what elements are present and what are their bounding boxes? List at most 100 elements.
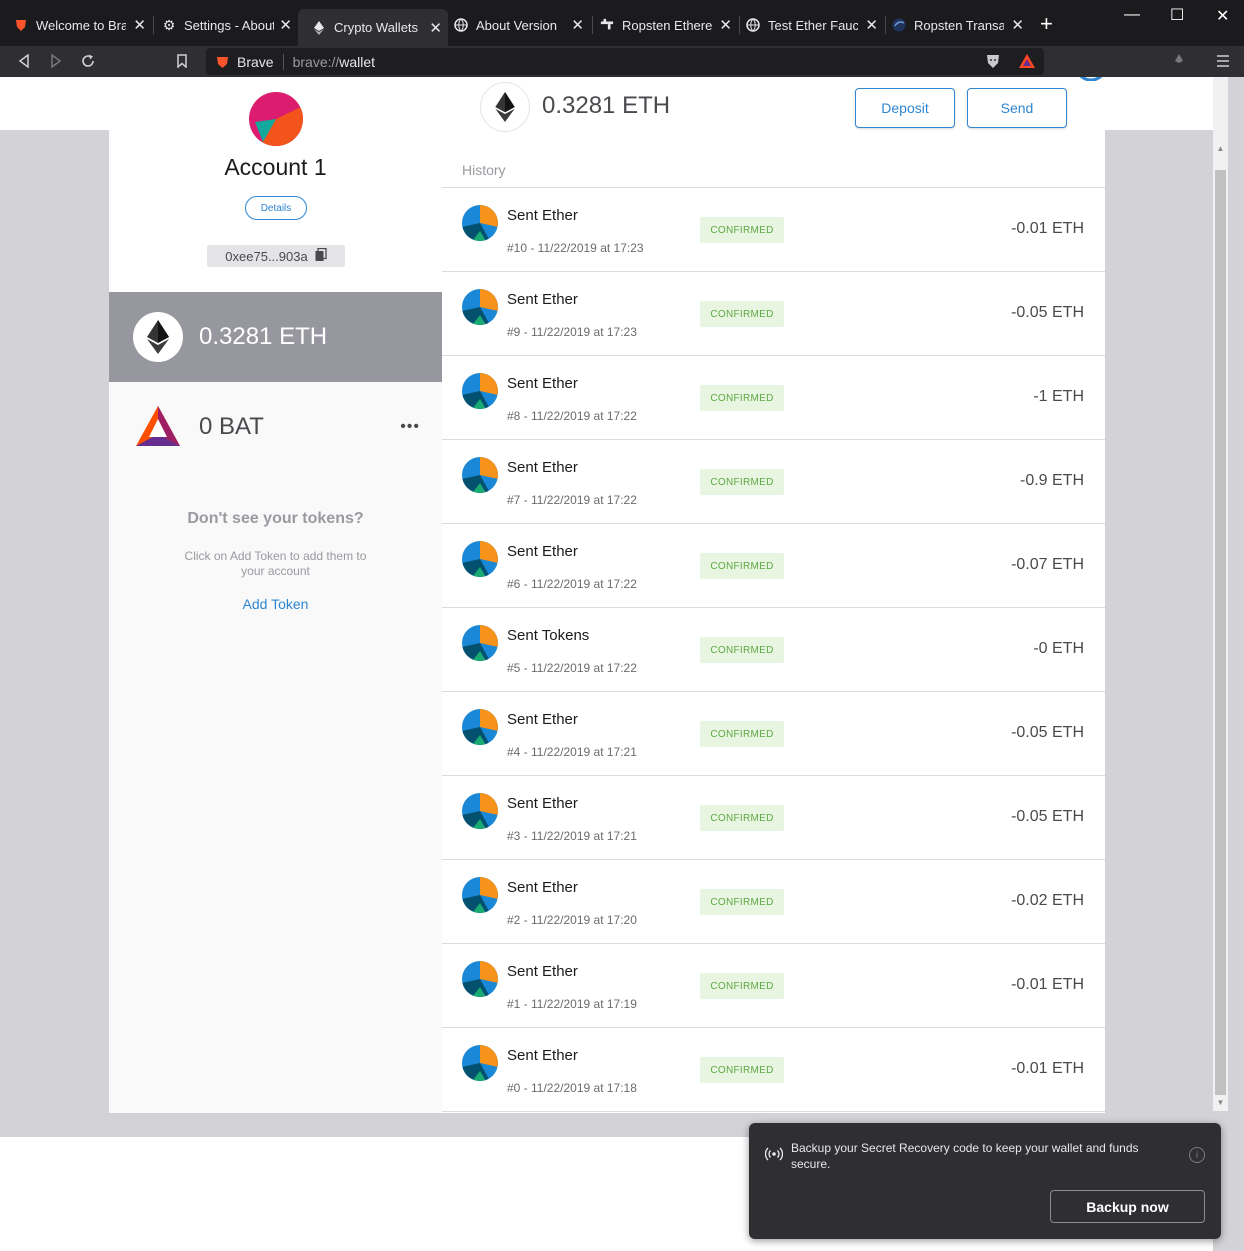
transaction-title: Sent Ether — [507, 375, 578, 392]
info-icon[interactable]: i — [1189, 1147, 1205, 1163]
token-row-bat[interactable]: 0 BAT ••• — [109, 382, 442, 472]
transaction-row[interactable]: Sent Ether #7 - 11/22/2019 at 17:22 CONFIR… — [442, 440, 1105, 524]
backup-now-button[interactable]: Backup now — [1050, 1190, 1205, 1223]
status-badge: CONFIRMED — [700, 973, 784, 999]
scrollbar-thumb[interactable] — [1215, 170, 1226, 1095]
back-icon[interactable] — [13, 50, 35, 72]
globe-icon — [454, 18, 468, 32]
brave-shields-button[interactable] — [982, 50, 1004, 72]
tab-label: Test Ether Faucet — [768, 17, 858, 33]
account-name: Account 1 — [224, 154, 327, 180]
transaction-amount: -0.01 ETH — [1011, 1060, 1084, 1077]
ethereum-icon — [312, 20, 326, 35]
transaction-amount: -0.07 ETH — [1011, 556, 1084, 573]
tab-about-version[interactable]: About Version ✕ — [440, 11, 590, 39]
token-balance: 0.3281 ETH — [199, 323, 328, 350]
tab-test-ether-faucet[interactable]: Test Ether Faucet ✕ — [732, 11, 884, 39]
tab-crypto-wallets[interactable]: Crypto Wallets ✕ — [298, 9, 448, 46]
status-badge: CONFIRMED — [700, 217, 784, 243]
status-badge: CONFIRMED — [700, 469, 784, 495]
new-tab-button[interactable]: + — [1040, 11, 1053, 37]
scroll-down-icon[interactable]: ▼ — [1213, 1098, 1228, 1107]
maximize-icon[interactable]: ☐ — [1170, 5, 1184, 25]
tab-label: Ropsten Transactions — [914, 17, 1004, 33]
omnibox-divider — [282, 53, 284, 70]
close-icon[interactable]: ✕ — [1011, 16, 1024, 34]
deposit-button[interactable]: Deposit — [855, 88, 955, 128]
transaction-amount: -0.05 ETH — [1011, 304, 1084, 321]
transaction-row[interactable]: Sent Tokens #5 - 11/22/2019 at 17:22 CONFI… — [442, 608, 1105, 692]
brave-shield-icon — [216, 55, 229, 69]
close-icon[interactable]: ✕ — [133, 16, 146, 34]
transaction-title: Sent Ether — [507, 459, 578, 476]
avatar — [249, 92, 303, 146]
status-badge: CONFIRMED — [700, 637, 784, 663]
tab-label: Welcome to Brave — [36, 17, 126, 33]
scroll-up-icon[interactable]: ▲ — [1213, 144, 1228, 153]
tab-ropsten-ethereum[interactable]: Ropsten Ethereum ✕ — [586, 11, 738, 39]
transaction-row[interactable]: Sent Ether #10 - 11/22/2019 at 17:23 CONFI… — [442, 188, 1105, 272]
transaction-row[interactable]: Sent Ether #8 - 11/22/2019 at 17:22 CONFIR… — [442, 356, 1105, 440]
transaction-title: Sent Ether — [507, 291, 578, 308]
reload-icon[interactable] — [77, 50, 99, 72]
copy-icon[interactable] — [315, 247, 327, 265]
globe-icon — [746, 18, 760, 32]
sender-avatar-icon — [462, 793, 498, 829]
add-token-link[interactable]: Add Token — [109, 596, 442, 612]
gear-icon: ⚙ — [162, 16, 176, 33]
details-button[interactable]: Details — [245, 196, 307, 220]
sender-avatar-icon — [462, 541, 498, 577]
transaction-meta: #4 - 11/22/2019 at 17:21 — [507, 745, 637, 759]
url-scheme: brave:// — [292, 53, 340, 70]
transaction-title: Sent Tokens — [507, 627, 590, 644]
menu-icon[interactable] — [1212, 50, 1234, 72]
transaction-title: Sent Ether — [507, 963, 578, 980]
minimize-icon[interactable]: — — [1124, 6, 1140, 24]
transaction-meta: #9 - 11/22/2019 at 17:23 — [507, 325, 637, 339]
transaction-row[interactable]: Sent Ether #6 - 11/22/2019 at 17:22 CONFIR… — [442, 524, 1105, 608]
broadcast-icon — [764, 1147, 784, 1164]
more-options-icon[interactable]: ••• — [400, 418, 420, 436]
sender-avatar-icon — [462, 961, 498, 997]
sender-avatar-icon — [462, 205, 498, 241]
bookmark-icon[interactable] — [171, 50, 193, 72]
transaction-row[interactable]: Sent Ether #0 - 11/22/2019 at 17:18 CONFIR… — [442, 1028, 1105, 1112]
etherscan-icon — [892, 18, 906, 32]
forward-icon[interactable] — [45, 50, 67, 72]
transaction-row[interactable]: Sent Ether #3 - 11/22/2019 at 17:21 CONFIR… — [442, 776, 1105, 860]
transaction-meta: #2 - 11/22/2019 at 17:20 — [507, 913, 637, 927]
transaction-row[interactable]: Sent Ether #1 - 11/22/2019 at 17:19 CONFIR… — [442, 944, 1105, 1028]
status-badge: CONFIRMED — [700, 1057, 784, 1083]
ethereum-icon — [480, 82, 530, 132]
transaction-title: Sent Ether — [507, 879, 578, 896]
window-close-icon[interactable]: ✕ — [1216, 6, 1229, 26]
tab-label: About Version — [476, 17, 557, 33]
network-indicator-icon[interactable] — [1074, 77, 1108, 81]
sender-avatar-icon — [462, 373, 498, 409]
tab-ropsten-transactions[interactable]: Ropsten Transactions ✕ — [878, 11, 1030, 39]
transaction-amount: -0.01 ETH — [1011, 220, 1084, 237]
transaction-row[interactable]: Sent Ether #4 - 11/22/2019 at 17:21 CONFIR… — [442, 692, 1105, 776]
status-badge: CONFIRMED — [700, 553, 784, 579]
transaction-title: Sent Ether — [507, 795, 578, 812]
transaction-row[interactable]: Sent Ether #2 - 11/22/2019 at 17:20 CONFIR… — [442, 860, 1105, 944]
status-badge: CONFIRMED — [700, 301, 784, 327]
faucet-icon — [600, 18, 614, 32]
address-bar[interactable]: Brave brave:// wallet — [206, 48, 1044, 75]
crypto-wallet-icon[interactable] — [1168, 50, 1190, 72]
close-icon[interactable]: ✕ — [865, 16, 878, 34]
close-icon[interactable]: ✕ — [279, 16, 292, 34]
close-icon[interactable]: ✕ — [571, 16, 584, 34]
brave-rewards-button[interactable] — [1016, 50, 1038, 72]
account-address[interactable]: 0xee75...903a — [207, 245, 345, 267]
tab-settings[interactable]: ⚙ Settings - About ✕ — [148, 11, 298, 39]
bat-icon — [133, 402, 183, 452]
close-icon[interactable]: ✕ — [719, 16, 732, 34]
transaction-amount: -1 ETH — [1033, 388, 1084, 405]
sender-avatar-icon — [462, 625, 498, 661]
tab-welcome[interactable]: Welcome to Brave ✕ — [0, 11, 152, 39]
transaction-row[interactable]: Sent Ether #9 - 11/22/2019 at 17:23 CONFIR… — [442, 272, 1105, 356]
send-button[interactable]: Send — [967, 88, 1067, 128]
token-row-eth[interactable]: 0.3281 ETH — [109, 292, 442, 382]
transaction-meta: #5 - 11/22/2019 at 17:22 — [507, 661, 637, 675]
